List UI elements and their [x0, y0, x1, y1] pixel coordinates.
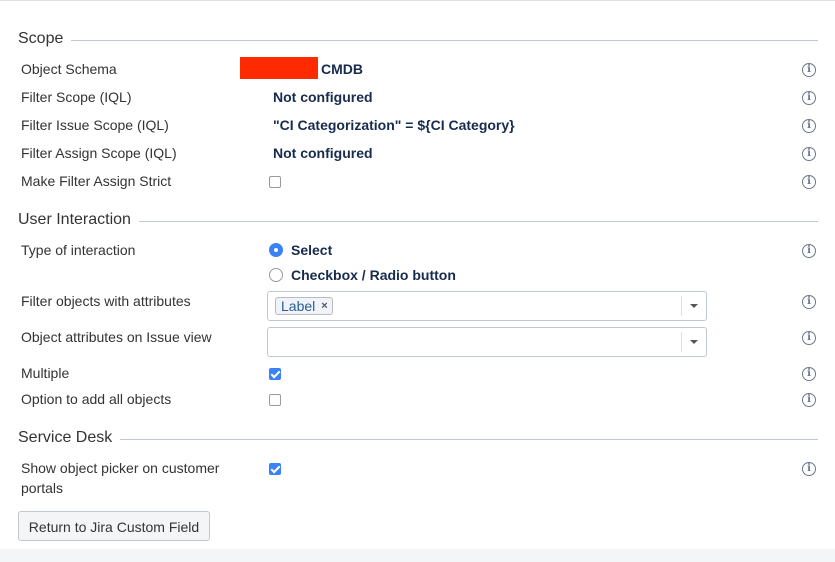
- section-divider: [71, 39, 818, 41]
- info-icon[interactable]: i: [802, 119, 816, 133]
- filter-objects-attributes-select[interactable]: Label ×: [267, 291, 707, 321]
- custom-field-config-page: Scope Object Schema CMDB i Filter Scope …: [0, 0, 835, 549]
- multiple-label: Multiple: [21, 365, 70, 381]
- filter-issue-scope-label: Filter Issue Scope (IQL): [21, 117, 169, 133]
- type-of-interaction-label: Type of interaction: [21, 242, 136, 258]
- option-add-all-checkbox[interactable]: [269, 394, 281, 406]
- filter-scope-label: Filter Scope (IQL): [21, 89, 132, 105]
- section-title-scope: Scope: [18, 30, 64, 47]
- make-filter-assign-strict-label: Make Filter Assign Strict: [21, 173, 172, 189]
- info-icon[interactable]: i: [802, 295, 816, 309]
- chevron-down-icon[interactable]: [690, 340, 698, 344]
- interaction-checkbox-radio[interactable]: [269, 268, 283, 282]
- section-service-desk: Service Desk: [18, 428, 818, 448]
- interaction-select-radio[interactable]: [269, 243, 283, 257]
- filter-issue-scope-value: "CI Categorization" = ${CI Category}: [273, 117, 515, 133]
- select-divider: [681, 332, 682, 352]
- multiple-checkbox[interactable]: [269, 368, 281, 380]
- info-icon[interactable]: i: [802, 244, 816, 258]
- interaction-checkbox-label[interactable]: Checkbox / Radio button: [291, 265, 456, 285]
- object-attributes-issue-view-label: Object attributes on Issue view: [21, 329, 212, 345]
- section-scope: Scope: [18, 29, 818, 49]
- filter-assign-scope-value: Not configured: [273, 145, 373, 161]
- attribute-tag-label: Label: [281, 298, 316, 314]
- filter-objects-attributes-label: Filter objects with attributes: [21, 293, 191, 309]
- info-icon[interactable]: i: [802, 175, 816, 189]
- info-icon[interactable]: i: [802, 462, 816, 476]
- info-icon[interactable]: i: [802, 367, 816, 381]
- attribute-tag: Label ×: [275, 297, 333, 315]
- section-title-user-interaction: User Interaction: [18, 211, 131, 228]
- info-icon[interactable]: i: [802, 331, 816, 345]
- option-add-all-label: Option to add all objects: [21, 391, 172, 407]
- interaction-select-label[interactable]: Select: [291, 240, 332, 260]
- info-icon[interactable]: i: [802, 393, 816, 407]
- object-attributes-issue-view-select[interactable]: [267, 327, 707, 357]
- select-divider: [681, 296, 682, 316]
- filter-scope-value: Not configured: [273, 89, 373, 105]
- info-icon[interactable]: i: [802, 63, 816, 77]
- show-object-picker-checkbox[interactable]: [269, 463, 281, 475]
- section-divider: [138, 220, 818, 222]
- make-filter-assign-strict-checkbox[interactable]: [269, 176, 281, 188]
- info-icon[interactable]: i: [802, 147, 816, 161]
- object-schema-label: Object Schema: [21, 61, 117, 77]
- object-schema-value: CMDB: [321, 61, 363, 77]
- chevron-down-icon[interactable]: [690, 304, 698, 308]
- show-object-picker-label: Show object picker on customer portals: [21, 460, 220, 496]
- remove-tag-icon[interactable]: ×: [321, 298, 327, 314]
- filter-assign-scope-label: Filter Assign Scope (IQL): [21, 145, 177, 161]
- section-divider: [120, 438, 818, 440]
- redaction-block: [240, 57, 318, 79]
- section-user-interaction: User Interaction: [18, 210, 818, 230]
- return-to-jira-custom-field-button[interactable]: Return to Jira Custom Field: [18, 511, 210, 541]
- info-icon[interactable]: i: [802, 91, 816, 105]
- section-title-service-desk: Service Desk: [18, 429, 113, 446]
